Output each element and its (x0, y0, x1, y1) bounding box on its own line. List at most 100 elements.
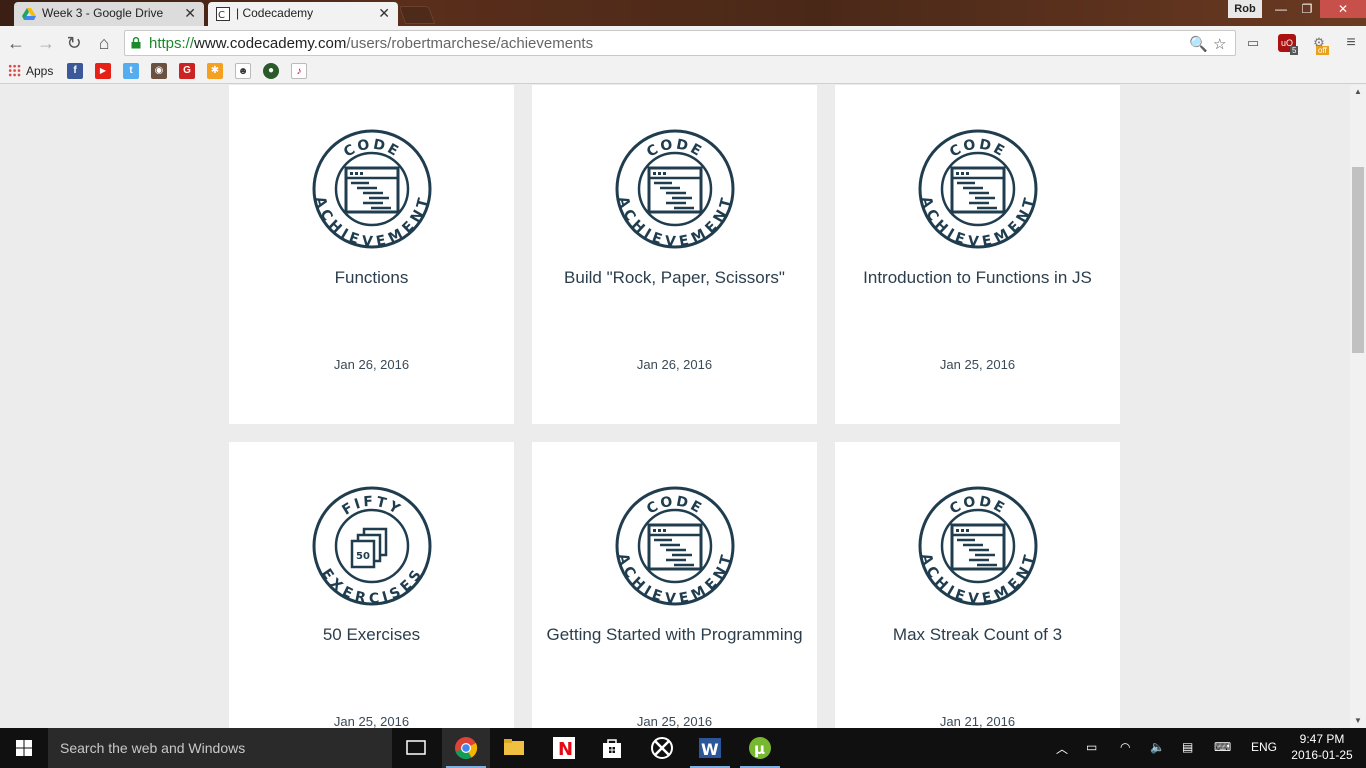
tray-chevron-up-icon[interactable]: ︿ (1056, 740, 1068, 757)
achievement-card[interactable]: CODE ACHIEVEMENT Build "Rock, Paper, Sci… (532, 85, 817, 424)
codecademy-icon: C (216, 7, 230, 21)
xbox-icon (651, 737, 673, 759)
svg-text:CODE: CODE (341, 137, 403, 161)
home-icon[interactable]: ⌂ (92, 31, 116, 55)
facebook-icon[interactable]: f (67, 63, 83, 79)
achievement-title: Max Streak Count of 3 (892, 625, 1063, 644)
svg-text:FIFTY: FIFTY (339, 494, 404, 519)
reload-icon[interactable]: ↻ (62, 31, 86, 55)
achievement-card[interactable]: FIFTY EXERCISES 50 50 Exercises Jan 25, 2… (229, 442, 514, 728)
achievement-date: Jan 26, 2016 (333, 357, 410, 372)
utorrent-icon: µ (749, 737, 771, 759)
bookmark-apps[interactable]: Apps (8, 63, 53, 79)
back-arrow-icon[interactable]: ← (4, 31, 28, 55)
forward-arrow-icon[interactable]: → (34, 31, 58, 55)
browser-toolbar: ← → ↻ ⌂ https://www.codecademy.com/users… (0, 26, 1366, 60)
svg-text:50: 50 (356, 551, 370, 562)
achievement-card[interactable]: CODE ACHIEVEMENT Functions Jan 26, 2016 (229, 85, 514, 424)
taskbar-utorrent[interactable]: µ (736, 728, 784, 768)
svg-text:EXERCISES: EXERCISES (318, 566, 426, 607)
svg-text:CODE: CODE (644, 137, 706, 161)
close-window-icon[interactable]: ✕ (1320, 0, 1366, 18)
keyboard-icon[interactable]: ⌨ (1214, 740, 1231, 754)
bookmark-star-icon[interactable]: ☆ (1213, 35, 1226, 53)
address-bar[interactable]: https://www.codecademy.com/users/robertm… (124, 30, 1236, 56)
achievement-badge-icon: CODE ACHIEVEMENT (614, 486, 735, 607)
battery-icon[interactable]: ▭ (1086, 740, 1097, 754)
action-center-icon[interactable]: ▤ (1182, 740, 1193, 754)
taskbar-chrome[interactable] (442, 728, 490, 768)
youtube-icon[interactable]: ▶ (95, 63, 111, 79)
scroll-down-arrow-icon[interactable]: ▼ (1350, 714, 1366, 728)
tab-codecademy[interactable]: C | Codecademy ✕ (208, 2, 398, 26)
input-language[interactable]: ENG (1251, 740, 1277, 754)
taskbar-xbox[interactable] (638, 728, 686, 768)
instagram-icon[interactable]: ◉ (151, 63, 167, 79)
yelp-icon[interactable]: ✱ (207, 63, 223, 79)
clock-date: 2016-01-25 (1291, 748, 1353, 762)
netflix-icon: N (553, 737, 575, 760)
globe-icon[interactable]: ● (263, 63, 279, 79)
page-scrollbar[interactable]: ▲ ▼ (1350, 85, 1366, 728)
folder-icon (504, 739, 524, 755)
svg-text:C: C (218, 10, 225, 21)
windows-logo-icon (16, 740, 32, 756)
reddit-icon[interactable]: ☻ (235, 63, 251, 79)
word-icon: W (699, 738, 721, 759)
svg-text:N: N (558, 739, 573, 760)
google-drive-icon (22, 8, 36, 20)
achievement-date: Jan 25, 2016 (939, 357, 1016, 372)
extension-off-badge: off (1316, 46, 1329, 55)
achievement-card[interactable]: CODE ACHIEVEMENT Getting Started with Pr… (532, 442, 817, 728)
store-bag-icon (603, 739, 621, 758)
volume-icon[interactable]: 🔈 (1150, 740, 1165, 754)
close-tab-icon[interactable]: ✕ (184, 2, 196, 24)
achievement-badge-icon: FIFTY EXERCISES 50 (312, 486, 432, 607)
system-clock[interactable]: 9:47 PM 2016-01-25 (1286, 731, 1358, 763)
achievement-card[interactable]: CODE ACHIEVEMENT Max Streak Count of 3 Ja… (835, 442, 1120, 728)
start-button[interactable] (0, 728, 48, 768)
tab-title: | Codecademy (236, 6, 314, 20)
achievement-title: Introduction to Functions in JS (863, 268, 1092, 287)
window-titlebar: Week 3 - Google Drive ✕ C | Codecademy ✕… (0, 0, 1366, 26)
achievement-title: 50 Exercises (322, 625, 421, 644)
profile-button[interactable]: Rob (1228, 0, 1262, 18)
twitter-icon[interactable]: t (123, 63, 139, 79)
task-view-button[interactable] (392, 728, 440, 768)
achievement-date: Jan 26, 2016 (636, 357, 713, 372)
guitar-icon[interactable]: ♪ (291, 63, 307, 79)
taskbar-store[interactable] (588, 728, 636, 768)
svg-text:CODE: CODE (947, 494, 1009, 518)
scroll-up-arrow-icon[interactable]: ▲ (1350, 85, 1366, 99)
taskbar-search-box[interactable]: Search the web and Windows (48, 728, 392, 768)
taskbar-word[interactable]: W (686, 728, 734, 768)
apps-grid-icon (8, 64, 21, 77)
url-text: https://www.codecademy.com/users/robertm… (149, 35, 594, 52)
close-tab-icon[interactable]: ✕ (378, 2, 390, 24)
taskbar-file-explorer[interactable] (490, 728, 538, 768)
menu-hamburger-icon[interactable]: ≡ (1342, 34, 1360, 52)
achievement-date: Jan 21, 2016 (939, 714, 1016, 728)
achievement-badge-icon: CODE ACHIEVEMENT (614, 129, 735, 250)
wifi-icon[interactable]: ◠ (1120, 740, 1130, 754)
restore-icon[interactable]: ❐ (1294, 0, 1320, 18)
svg-text:µ: µ (754, 740, 765, 758)
page-viewport: CODE ACHIEVEMENT Functions Jan 26, 2016 (0, 85, 1350, 728)
task-view-icon (406, 740, 426, 755)
zoom-search-icon[interactable]: 🔍 (1189, 35, 1208, 53)
cast-icon[interactable]: ▭ (1244, 34, 1262, 52)
tab-title: Week 3 - Google Drive (42, 6, 164, 20)
achievement-date: Jan 25, 2016 (636, 714, 713, 728)
google-plus-icon[interactable]: G (179, 63, 195, 79)
new-tab-button[interactable] (398, 6, 436, 24)
minimize-icon[interactable]: — (1268, 0, 1294, 18)
tab-google-drive[interactable]: Week 3 - Google Drive ✕ (14, 2, 204, 26)
achievement-card[interactable]: CODE ACHIEVEMENT Introduction to Functio… (835, 85, 1120, 424)
achievement-title: Getting Started with Programming (546, 625, 803, 644)
taskbar-netflix[interactable]: N (540, 728, 588, 768)
scroll-thumb[interactable] (1352, 167, 1364, 353)
lock-icon (131, 37, 141, 49)
achievement-badge-icon: CODE ACHIEVEMENT (311, 129, 432, 250)
achievement-title: Functions (334, 268, 409, 287)
ublock-count-badge: 5 (1290, 46, 1299, 55)
